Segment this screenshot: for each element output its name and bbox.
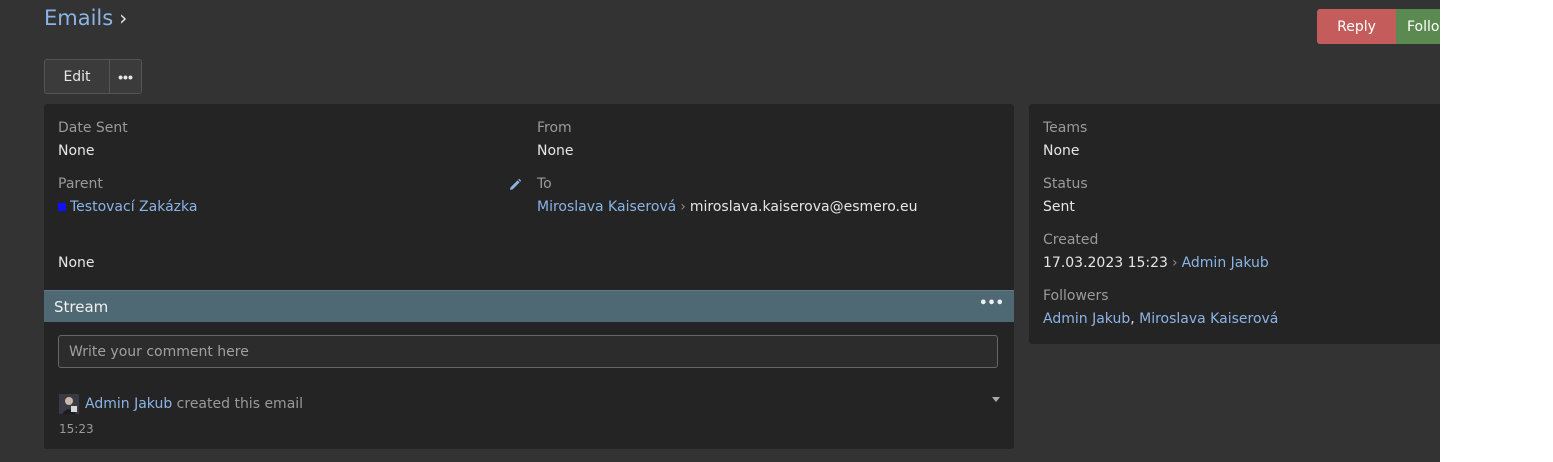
to-separator: › (680, 199, 686, 215)
stream-title: Stream (54, 298, 109, 316)
status-label: Status (1043, 176, 1088, 192)
followers-label: Followers (1043, 288, 1109, 304)
date-sent-value: None (58, 143, 95, 159)
follower-link[interactable]: Miroslava Kaiserová (1139, 311, 1278, 327)
extra-field-value: None (58, 255, 95, 271)
from-label: From (537, 120, 572, 136)
avatar (59, 394, 79, 414)
user-avatar-image (59, 394, 79, 414)
follower-link[interactable]: Admin Jakub (1043, 311, 1130, 327)
date-sent-label: Date Sent (58, 120, 128, 136)
created-by-link[interactable]: Admin Jakub (1182, 255, 1269, 271)
note-dropdown-icon[interactable] (992, 397, 1000, 402)
note-user-link[interactable]: Admin Jakub (85, 396, 172, 412)
app-viewport: Emails› Reply Follow Edit ••• Date Sent … (0, 0, 1440, 462)
pencil-icon[interactable] (508, 178, 522, 192)
to-email: miroslava.kaiserova@esmero.eu (689, 199, 918, 215)
followers-value: Admin Jakub, Miroslava Kaiserová (1043, 311, 1278, 327)
breadcrumb-separator: › (119, 6, 128, 30)
record-toolbar: Edit ••• (44, 59, 142, 94)
parent-value: Testovací Zakázka (58, 199, 197, 215)
to-contact-link[interactable]: Miroslava Kaiserová (537, 199, 676, 215)
to-value: Miroslava Kaiserová › miroslava.kaiserova@… (537, 199, 917, 215)
stream-menu-button[interactable]: ••• (979, 296, 1004, 311)
parent-label: Parent (58, 176, 103, 192)
breadcrumb-emails-link[interactable]: Emails (44, 6, 113, 30)
teams-value: None (1043, 143, 1080, 159)
follow-button[interactable]: Follow (1396, 9, 1440, 44)
created-separator: › (1171, 255, 1178, 271)
parent-link[interactable]: Testovací Zakázka (70, 199, 197, 215)
note-action: created this email (176, 396, 304, 412)
more-actions-button[interactable]: ••• (109, 59, 142, 94)
to-label: To (537, 176, 552, 192)
comment-input[interactable] (58, 335, 998, 368)
parent-color-dot (58, 203, 66, 211)
note-timestamp: 15:23 (59, 422, 94, 436)
created-datetime: 17.03.2023 15:23 (1043, 255, 1168, 271)
side-panel: Teams None Status Sent Created 17.03.202… (1029, 104, 1440, 344)
page-title: Emails › (44, 6, 127, 30)
reply-button[interactable]: Reply (1317, 9, 1396, 44)
edit-button[interactable]: Edit (44, 59, 109, 94)
created-label: Created (1043, 232, 1099, 248)
stream-header: Stream ••• (44, 290, 1014, 322)
header-actions: Reply Follow (1317, 9, 1440, 44)
followers-joiner: , (1130, 311, 1135, 327)
teams-label: Teams (1043, 120, 1088, 136)
detail-panel: Date Sent None From None Parent Testovac… (44, 104, 1014, 449)
status-value: Sent (1043, 199, 1075, 215)
created-value: 17.03.2023 15:23 › Admin Jakub (1043, 255, 1269, 271)
from-value: None (537, 143, 574, 159)
stream-note: Admin Jakub created this email (85, 396, 303, 412)
